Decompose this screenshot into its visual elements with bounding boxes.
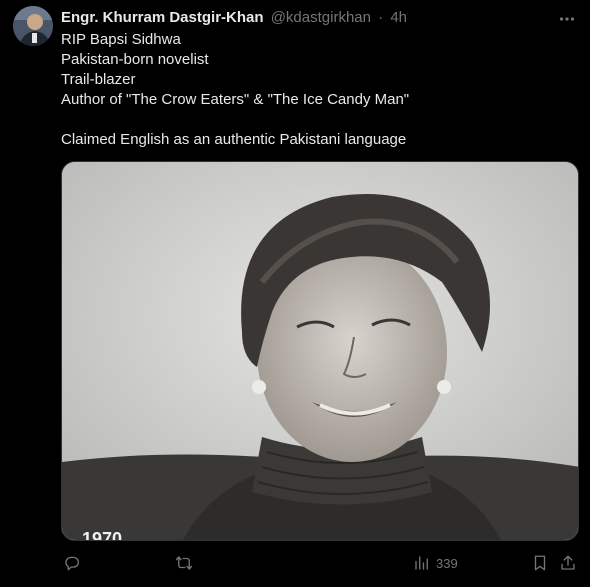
views-button[interactable]: 339: [413, 551, 458, 575]
tweet-line: Claimed English as an authentic Pakistan…: [61, 131, 407, 148]
share-button[interactable]: [559, 551, 577, 575]
tweet-line: RIP Bapsi Sidhwa: [61, 31, 181, 48]
photo-year-text: 1970: [82, 529, 122, 541]
share-icon: [561, 555, 575, 570]
tweet-line: Pakistan-born novelist: [61, 51, 209, 68]
views-icon: [415, 556, 428, 570]
avatar[interactable]: [13, 6, 53, 46]
reply-button[interactable]: [63, 551, 81, 575]
bookmark-icon: [534, 555, 546, 571]
tweet-line-gap: [61, 110, 571, 130]
reply-icon: [65, 556, 79, 571]
tweet[interactable]: Engr. Khurram Dastgir-Khan @kdastgirkhan…: [0, 0, 590, 587]
header-separator: ·: [378, 9, 384, 26]
retweet-button[interactable]: [175, 551, 193, 575]
avatar-image: [13, 6, 53, 46]
tweet-photo[interactable]: 1970: [61, 161, 579, 541]
bookmark-button[interactable]: [531, 551, 549, 575]
portrait-image: 1970: [62, 162, 578, 541]
tweet-line: Trail-blazer: [61, 71, 136, 88]
views-count: 339: [436, 555, 458, 571]
tweet-actions: 339: [61, 551, 579, 575]
tweet-text: RIP Bapsi Sidhwa Pakistan-born novelist …: [61, 30, 571, 150]
tweet-line: Author of "The Crow Eaters" & "The Ice C…: [61, 91, 410, 108]
author-display-name[interactable]: Engr. Khurram Dastgir-Khan: [61, 9, 264, 26]
retweet-icon: [175, 556, 193, 570]
tweet-header: Engr. Khurram Dastgir-Khan @kdastgirkhan…: [61, 9, 550, 27]
more-icon: [559, 17, 575, 21]
author-handle[interactable]: @kdastgirkhan: [271, 9, 371, 26]
timestamp[interactable]: 4h: [390, 9, 407, 26]
more-options-button[interactable]: [556, 8, 578, 30]
